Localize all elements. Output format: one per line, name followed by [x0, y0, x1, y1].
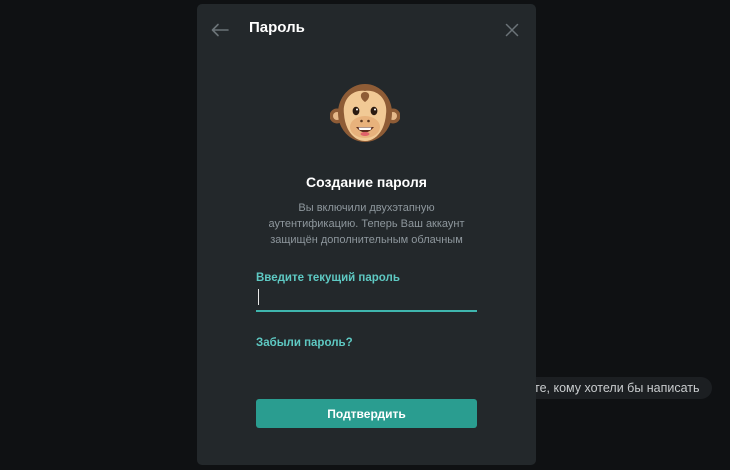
arrow-left-icon [211, 23, 229, 37]
description-line: аутентификацию. Теперь Ваш аккаунт [268, 218, 465, 230]
close-icon [505, 23, 519, 37]
close-button[interactable] [499, 17, 525, 43]
chat-hint-bubble: те, кому хотели бы написать [512, 377, 712, 399]
current-password-input[interactable] [256, 288, 477, 312]
dialog-title: Пароль [249, 19, 305, 36]
back-button[interactable] [207, 17, 233, 43]
password-dialog: Пароль Создание пароля Вы включили двухэ… [197, 4, 536, 465]
dialog-description: Вы включили двухэтапную аутентификацию. … [249, 200, 484, 248]
dialog-heading: Создание пароля [306, 174, 427, 190]
description-line: защищён дополнительным облачным [270, 234, 463, 246]
forgot-password-link[interactable]: Забыли пароль? [256, 337, 353, 349]
description-line: Вы включили двухэтапную [298, 202, 435, 214]
monkey-emoji-icon [330, 84, 400, 142]
confirm-button[interactable]: Подтвердить [256, 399, 477, 428]
password-field-label: Введите текущий пароль [256, 272, 400, 284]
dialog-header: Пароль [197, 4, 536, 52]
text-caret [258, 289, 259, 305]
